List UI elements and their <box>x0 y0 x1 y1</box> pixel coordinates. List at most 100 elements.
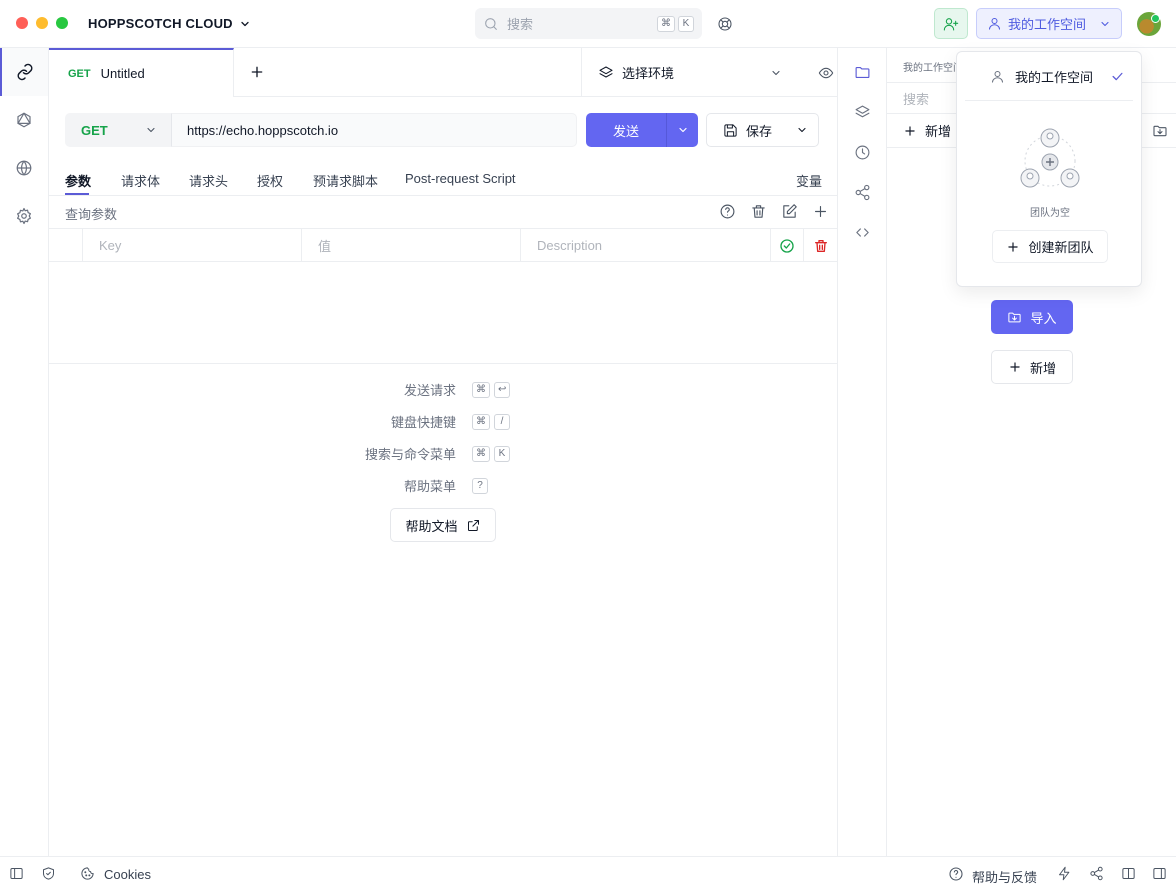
param-description-input[interactable]: Description <box>520 229 770 262</box>
environments-tab[interactable] <box>838 92 887 132</box>
edit-icon <box>783 204 797 218</box>
history-tab[interactable] <box>838 132 887 172</box>
tab-headers[interactable]: 请求头 <box>189 171 228 190</box>
cookies-label[interactable]: Cookies <box>104 867 151 882</box>
param-value-input[interactable]: 值 <box>301 229 520 262</box>
user-avatar[interactable] <box>1137 12 1161 36</box>
tab-body[interactable]: 请求体 <box>121 171 160 190</box>
new-collection-label: 新增 <box>1029 360 1056 376</box>
sidebar-search-placeholder: 搜索 <box>903 91 930 107</box>
environment-preview-button[interactable] <box>818 65 834 81</box>
toggle-sidebar-button[interactable] <box>9 866 24 881</box>
workspace-option-personal[interactable]: 我的工作空间 <box>965 60 1133 92</box>
tab-params[interactable]: 参数 <box>65 171 91 190</box>
url-value: https://echo.hoppscotch.io <box>187 122 339 138</box>
lifebuoy-icon <box>718 17 732 31</box>
tab-post-request-script[interactable]: Post-request Script <box>405 171 516 186</box>
left-navigation-rail <box>0 48 49 856</box>
plus-icon <box>814 205 827 218</box>
value-placeholder: 值 <box>318 239 332 254</box>
nav-settings[interactable] <box>0 192 48 240</box>
tab-authorization[interactable]: 授权 <box>257 171 283 190</box>
clock-icon <box>855 145 870 159</box>
send-button[interactable]: 发送 <box>586 121 666 140</box>
maximize-window-button[interactable] <box>56 17 68 29</box>
import-collection-button[interactable] <box>1152 123 1168 139</box>
close-window-button[interactable] <box>16 17 28 29</box>
search-bar[interactable]: 搜索 ⌘ K <box>475 8 702 39</box>
workspace-selector-button[interactable]: 我的工作空间 <box>976 8 1122 39</box>
layout-toggle-button[interactable] <box>1121 866 1136 881</box>
trash-icon <box>752 205 765 218</box>
dropdown-divider <box>965 100 1133 101</box>
shortcut-search-command: 搜索与命令菜单 ⌘ K <box>336 444 510 463</box>
description-placeholder: Description <box>537 238 603 253</box>
share-app-button[interactable] <box>1089 866 1104 881</box>
import-button[interactable]: 导入 <box>991 300 1073 334</box>
eye-icon <box>818 67 834 78</box>
save-button[interactable]: 保存 <box>706 113 819 147</box>
create-team-button[interactable]: 创建新团队 <box>992 230 1108 263</box>
workspace-label: 我的工作空间 <box>1008 17 1087 32</box>
param-row: Key 值 Description <box>49 229 837 262</box>
method-select[interactable]: GET <box>65 113 171 147</box>
environment-label: 选择环境 <box>622 66 675 81</box>
support-button[interactable] <box>717 16 733 32</box>
help-circle-icon <box>720 204 735 219</box>
invite-user-button[interactable] <box>934 8 968 39</box>
chevron-down-icon <box>678 127 687 133</box>
code-tab[interactable] <box>838 212 887 252</box>
collections-tab[interactable] <box>838 52 887 92</box>
url-input[interactable]: https://echo.hoppscotch.io <box>171 113 577 147</box>
plus-icon <box>1010 362 1020 372</box>
environment-selector[interactable]: 选择环境 <box>581 48 837 97</box>
tab-variables[interactable]: 变量 <box>796 171 822 190</box>
interceptor-button[interactable] <box>41 866 56 881</box>
kbd: / <box>494 413 510 430</box>
shield-check-icon <box>43 867 54 880</box>
send-options-button[interactable] <box>667 124 698 136</box>
kbd: ↩ <box>494 381 511 398</box>
toggle-param-button[interactable] <box>770 229 803 262</box>
new-tab-button[interactable] <box>249 64 265 80</box>
share-icon <box>1090 866 1103 881</box>
right-sidebar-rail <box>837 48 887 856</box>
help-feedback-button[interactable] <box>948 866 964 882</box>
nav-rest[interactable] <box>0 48 48 96</box>
chevron-down-icon <box>147 127 155 133</box>
minimize-window-button[interactable] <box>36 17 48 29</box>
delete-param-button[interactable] <box>803 229 837 262</box>
add-param-button[interactable] <box>812 203 829 220</box>
code-icon <box>856 227 869 237</box>
shortcut-label: 帮助菜单 <box>403 479 456 494</box>
request-tab[interactable]: GET Untitled <box>49 48 234 97</box>
shortcut-send-request: 发送请求 ⌘ ↩ <box>336 380 511 399</box>
user-plus-icon <box>943 17 959 31</box>
save-icon <box>724 123 737 137</box>
tab-pre-request-script[interactable]: 预请求脚本 <box>313 171 378 190</box>
tab-title: Untitled <box>100 66 145 81</box>
param-key-input[interactable]: Key <box>82 229 301 262</box>
chevron-down-icon <box>241 21 249 26</box>
cookies-button[interactable] <box>80 866 95 881</box>
help-feedback-label[interactable]: 帮助与反馈 <box>972 867 1037 886</box>
kbd-k: K <box>678 15 694 32</box>
clear-all-button[interactable] <box>750 203 767 220</box>
workspace-brand-menu[interactable]: HOPPSCOTCH CLOUD <box>88 16 251 31</box>
nav-graphql[interactable] <box>0 96 48 144</box>
tab-method: GET <box>68 67 91 80</box>
bulk-edit-button[interactable] <box>781 203 798 220</box>
workspace-dropdown: 我的工作空间 团队为空 创建新团队 <box>956 51 1142 287</box>
share-tab[interactable] <box>838 172 887 212</box>
section-divider <box>49 363 837 364</box>
check-icon <box>1112 72 1123 80</box>
request-tabs-bar: GET Untitled 选择环境 <box>49 48 837 97</box>
help-button[interactable] <box>719 203 736 220</box>
shortcuts-button[interactable] <box>1057 866 1072 881</box>
toggle-right-sidebar-button[interactable] <box>1152 866 1167 881</box>
help-docs-button[interactable]: 帮助文档 <box>390 508 496 542</box>
shortcut-label: 搜索与命令菜单 <box>364 447 456 462</box>
new-collection-button[interactable]: 新增 <box>991 350 1073 384</box>
nav-realtime[interactable] <box>0 144 48 192</box>
folder-download-icon <box>1153 125 1167 137</box>
